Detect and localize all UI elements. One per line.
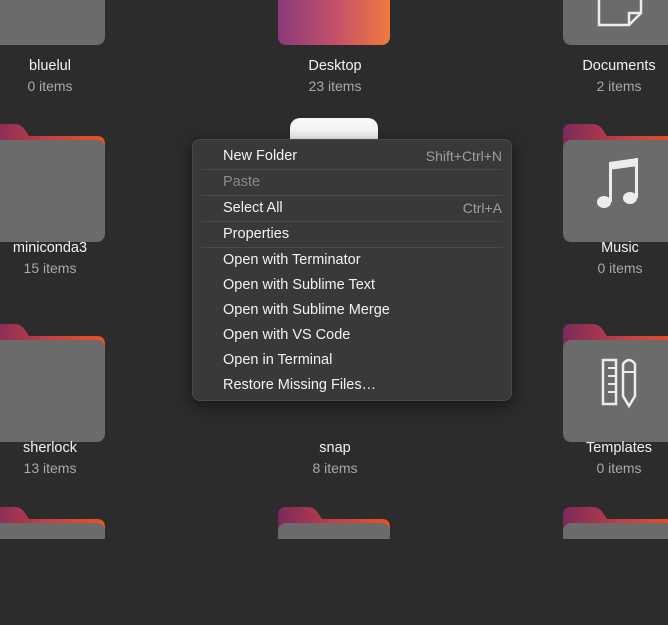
context-menu: New Folder Shift+Ctrl+N Paste Select All… [192,139,512,401]
desktop-folder-icon[interactable] [274,0,394,45]
folder-item-count: 23 items [308,78,362,94]
folder-item-count: 8 items [312,460,358,476]
folder-icon[interactable] [0,505,105,625]
folder-name: Music [601,240,639,256]
file-manager-view: { "folders": [ {"name": "bluelul", "coun… [0,0,668,539]
folder-name: bluelul [29,58,71,74]
folder-item-count: 2 items [596,78,642,94]
menu-item-label: Open with Sublime Text [223,277,376,293]
templates-folder-icon[interactable] [563,322,668,442]
menu-item-open-with-sublime-text[interactable]: Open with Sublime Text [193,273,511,297]
folder-icon-bluelul[interactable] [0,0,105,45]
menu-item-select-all[interactable]: Select All Ctrl+A [193,196,511,220]
menu-item-paste[interactable]: Paste [193,170,511,194]
folder-item-count: 0 items [597,260,643,276]
folder-icon-miniconda3[interactable] [0,122,105,242]
menu-item-label: New Folder [223,148,298,164]
folder-item-count: 0 items [27,78,73,94]
menu-item-new-folder[interactable]: New Folder Shift+Ctrl+N [193,144,511,168]
folder-name: Desktop [308,58,362,74]
folder-icon[interactable] [278,505,398,625]
folder-name: miniconda3 [12,240,88,256]
menu-item-label: Open in Terminal [223,352,333,368]
folder-icon-sherlock[interactable] [0,322,105,442]
folder-item-count: 13 items [23,460,77,476]
documents-folder-icon[interactable] [563,0,668,45]
menu-item-label: Restore Missing Files… [223,377,377,393]
folder-item-count: 0 items [596,460,642,476]
folder-item-count: 15 items [23,260,77,276]
menu-item-properties[interactable]: Properties [193,222,511,246]
folder-name: snap [319,440,351,456]
folder-icon[interactable] [563,505,668,625]
menu-item-label: Open with Sublime Merge [223,302,390,318]
menu-item-accelerator: Ctrl+A [462,200,502,216]
menu-item-restore-missing-files[interactable]: Restore Missing Files… [193,373,511,397]
menu-item-open-with-sublime-merge[interactable]: Open with Sublime Merge [193,298,511,322]
folder-name: Documents [582,58,656,74]
menu-item-label: Paste [223,174,261,190]
menu-item-open-in-terminal[interactable]: Open in Terminal [193,348,511,372]
folder-name: sherlock [23,440,77,456]
menu-item-open-with-vs-code[interactable]: Open with VS Code [193,323,511,347]
menu-item-open-with-terminator[interactable]: Open with Terminator [193,248,511,272]
folder-name: Templates [585,440,653,456]
menu-item-label: Properties [223,226,290,242]
menu-item-accelerator: Shift+Ctrl+N [425,148,502,164]
menu-item-label: Open with VS Code [223,327,351,343]
music-folder-icon[interactable] [563,122,668,242]
menu-item-label: Select All [223,200,283,216]
menu-item-label: Open with Terminator [223,252,361,268]
